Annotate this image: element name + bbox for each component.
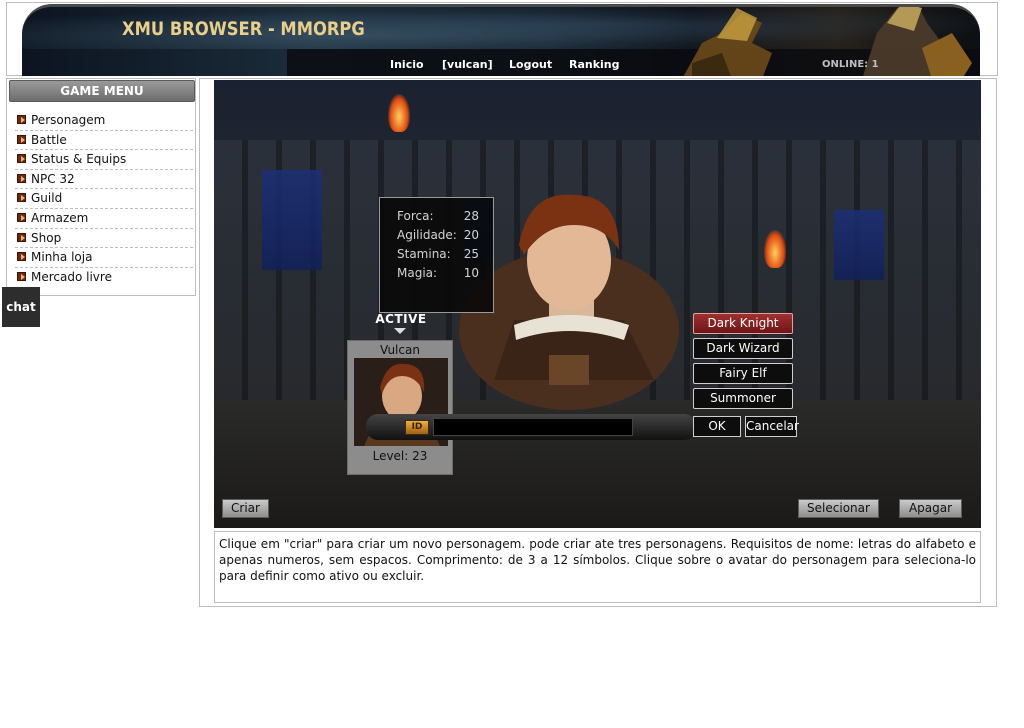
create-button[interactable]: Criar xyxy=(222,499,269,518)
active-label: ACTIVE xyxy=(375,312,427,326)
stat-value: 10 xyxy=(463,266,479,280)
character-name-input[interactable] xyxy=(433,418,633,436)
castle-window xyxy=(262,170,322,270)
bullet-arrow-icon xyxy=(17,232,26,242)
nav-inicio-link[interactable]: Inicio xyxy=(390,58,424,71)
cancel-button[interactable]: Cancelar xyxy=(745,416,799,437)
character-card[interactable]: Vulcan Level: 23 xyxy=(347,340,453,475)
torch-flame-icon xyxy=(764,230,786,268)
bullet-arrow-icon xyxy=(17,252,26,262)
menu-item-minha-loja[interactable]: Minha loja xyxy=(15,248,193,268)
ok-button[interactable]: OK xyxy=(693,416,741,437)
menu-item-guild[interactable]: Guild xyxy=(15,189,193,209)
bullet-arrow-icon xyxy=(17,193,26,203)
castle-window xyxy=(834,210,884,280)
chat-button[interactable]: chat xyxy=(2,287,40,327)
bullet-arrow-icon xyxy=(17,134,26,144)
bullet-arrow-icon xyxy=(17,173,26,183)
stat-label: Stamina: xyxy=(397,247,451,261)
stat-label: Magia: xyxy=(397,266,438,280)
bullet-arrow-icon xyxy=(17,115,26,124)
character-select-scene xyxy=(214,80,981,528)
stat-value: 28 xyxy=(463,209,479,223)
menu-item-label: Battle xyxy=(31,132,67,147)
online-count: ONLINE: 1 xyxy=(822,59,879,70)
active-arrow-icon xyxy=(394,328,406,334)
menu-item-npc[interactable]: NPC 32 xyxy=(15,170,193,190)
menu-item-personagem[interactable]: Personagem xyxy=(15,111,193,131)
class-fairy-elf-button[interactable]: Fairy Elf xyxy=(693,363,793,384)
stat-value: 25 xyxy=(463,247,479,261)
menu-item-label: Shop xyxy=(31,230,62,245)
character-level: Level: 23 xyxy=(372,449,428,463)
warrior-left-art xyxy=(683,8,772,76)
bullet-arrow-icon xyxy=(17,212,26,222)
menu-item-label: Mercado livre xyxy=(31,269,112,284)
id-tag-icon: ID xyxy=(405,420,429,435)
game-menu-title: GAME MENU xyxy=(9,80,195,102)
menu-item-label: Armazem xyxy=(31,210,89,225)
stat-value: 20 xyxy=(463,228,479,242)
menu-item-label: Minha loja xyxy=(31,250,93,265)
menu-item-status-equips[interactable]: Status & Equips xyxy=(15,150,193,170)
nav-logout-link[interactable]: Logout xyxy=(509,58,552,71)
class-dark-wizard-button[interactable]: Dark Wizard xyxy=(693,338,793,359)
site-title: XMU BROWSER - MMORPG xyxy=(122,18,365,40)
game-menu-list: Personagem Battle Status & Equips NPC 32… xyxy=(15,111,193,287)
menu-item-label: Personagem xyxy=(31,113,106,127)
select-button[interactable]: Selecionar xyxy=(798,499,879,518)
menu-item-label: NPC 32 xyxy=(31,171,75,186)
torch-flame-icon xyxy=(388,94,410,132)
nav-user-link[interactable]: [vulcan] xyxy=(442,58,493,71)
delete-button[interactable]: Apagar xyxy=(899,499,962,518)
menu-item-label: Status & Equips xyxy=(31,152,127,167)
menu-item-shop[interactable]: Shop xyxy=(15,229,193,249)
instructions-text: Clique em "criar" para criar um novo per… xyxy=(214,531,981,603)
class-summoner-button[interactable]: Summoner xyxy=(693,388,793,409)
class-dark-knight-button[interactable]: Dark Knight xyxy=(693,313,793,334)
menu-item-battle[interactable]: Battle xyxy=(15,131,193,151)
character-name: Vulcan xyxy=(380,343,420,357)
game-menu: GAME MENU Personagem Battle Status & Equ… xyxy=(6,78,196,296)
menu-item-label: Guild xyxy=(31,191,63,206)
character-stats-panel: Forca: 28 Agilidade: 20 Stamina: 25 Magia: 1… xyxy=(379,197,494,313)
stat-label: Forca: xyxy=(397,209,434,223)
menu-item-mercado-livre[interactable]: Mercado livre xyxy=(15,268,193,288)
nav-ranking-link[interactable]: Ranking xyxy=(569,58,620,71)
bullet-arrow-icon xyxy=(17,154,26,164)
bullet-arrow-icon xyxy=(17,271,26,281)
stat-label: Agilidade: xyxy=(397,228,457,242)
menu-item-armazem[interactable]: Armazem xyxy=(15,209,193,229)
